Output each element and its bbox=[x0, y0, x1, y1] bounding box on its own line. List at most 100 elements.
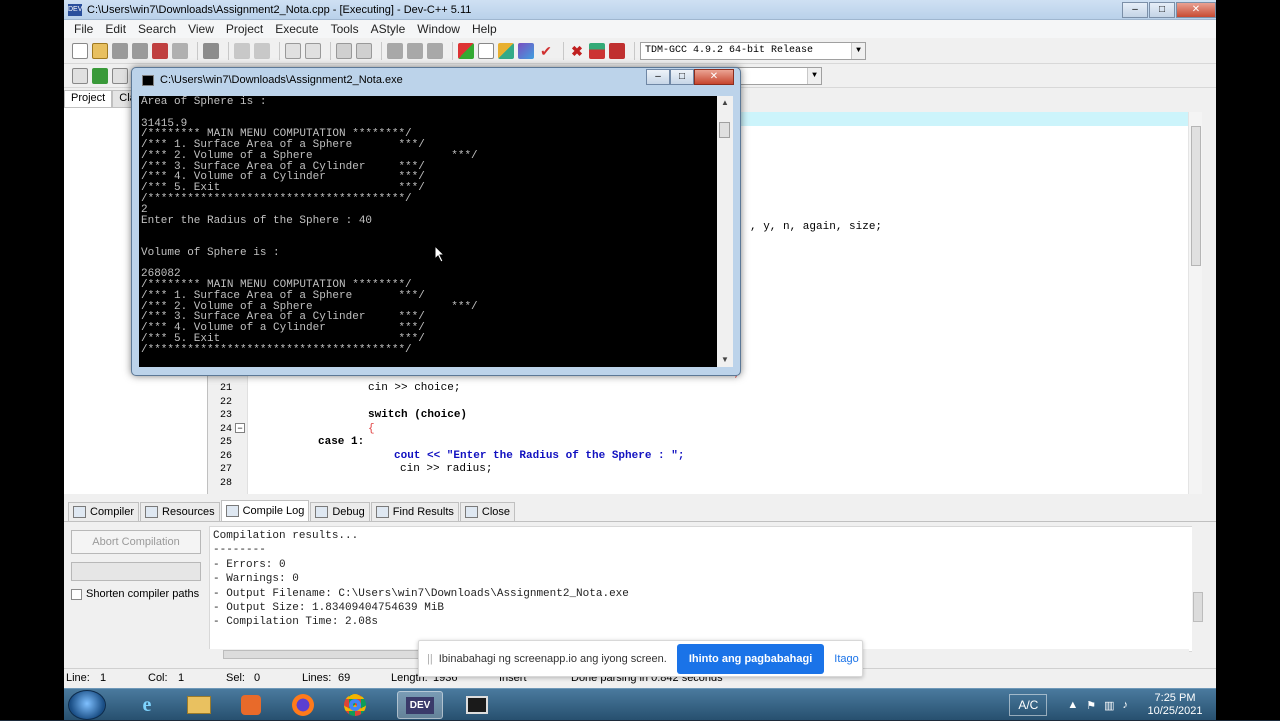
stop-execution-icon[interactable]: ✖ bbox=[569, 43, 585, 59]
console-close-button[interactable]: ✕ bbox=[694, 69, 734, 85]
ie-taskbar-icon[interactable]: e bbox=[124, 691, 170, 719]
menu-window[interactable]: Window bbox=[411, 22, 466, 36]
log-line: - Warnings: 0 bbox=[213, 573, 299, 586]
log-line: - Output Filename: C:\Users\win7\Downloa… bbox=[213, 587, 629, 600]
run-icon[interactable] bbox=[478, 42, 494, 59]
shorten-paths-checkbox[interactable]: Shorten compiler paths bbox=[71, 588, 199, 600]
line-number: 27 bbox=[219, 464, 232, 475]
chevron-up-icon[interactable]: ▲ bbox=[1067, 699, 1078, 711]
tab-compiler[interactable]: Compiler bbox=[68, 502, 140, 521]
console-title: C:\Users\win7\Downloads\Assignment2_Nota… bbox=[160, 74, 403, 86]
line-number: 25 bbox=[219, 437, 232, 448]
toggle-bookmark-icon[interactable] bbox=[92, 67, 108, 84]
tab-close[interactable]: Close bbox=[459, 502, 516, 521]
firefox-taskbar-icon[interactable] bbox=[280, 691, 326, 719]
goto-line-icon[interactable] bbox=[427, 42, 443, 59]
tab-find-results[interactable]: Find Results bbox=[370, 502, 459, 521]
chevron-down-icon[interactable]: ▼ bbox=[807, 67, 821, 84]
tab-project[interactable]: Project bbox=[64, 90, 113, 107]
save-all-icon[interactable] bbox=[132, 42, 148, 59]
menu-edit[interactable]: Edit bbox=[99, 22, 132, 36]
minimize-button[interactable]: – bbox=[1122, 1, 1148, 18]
scroll-thumb[interactable] bbox=[1191, 126, 1201, 266]
menu-astyle[interactable]: AStyle bbox=[365, 22, 412, 36]
console-taskbar-icon[interactable] bbox=[454, 691, 500, 719]
abort-compilation-button[interactable]: Abort Compilation bbox=[71, 530, 201, 554]
open-file-icon[interactable] bbox=[92, 42, 108, 59]
scroll-thumb[interactable] bbox=[719, 122, 730, 138]
unindent-icon[interactable] bbox=[356, 42, 372, 59]
tab-resources[interactable]: Resources bbox=[140, 502, 220, 521]
forward-icon[interactable] bbox=[407, 42, 423, 59]
toolbar-separator bbox=[452, 41, 453, 60]
menu-help[interactable]: Help bbox=[466, 22, 503, 36]
line-number: 28 bbox=[219, 478, 232, 489]
chevron-down-icon[interactable]: ▼ bbox=[851, 42, 865, 59]
title-bar: DEV C:\Users\win7\Downloads\Assignment2_… bbox=[64, 0, 1216, 20]
close-panel-icon bbox=[464, 506, 478, 518]
profile-icon[interactable] bbox=[589, 42, 605, 59]
devcpp-taskbar-icon[interactable]: DEV bbox=[397, 691, 443, 719]
tab-debug[interactable]: Debug bbox=[310, 502, 370, 521]
debug-icon[interactable] bbox=[609, 42, 625, 59]
menu-project[interactable]: Project bbox=[220, 22, 269, 36]
hide-link[interactable]: Itago bbox=[834, 653, 858, 665]
redo-icon[interactable] bbox=[254, 42, 270, 59]
code-line-26: cout << "Enter the Radius of the Sphere … bbox=[394, 450, 685, 462]
insert-icon[interactable] bbox=[72, 67, 88, 84]
fold-toggle-icon[interactable]: − bbox=[235, 423, 245, 433]
share-message: Ibinabahagi ng screenapp.io ang iyong sc… bbox=[438, 652, 667, 665]
save-icon[interactable] bbox=[112, 42, 128, 59]
compiler-select[interactable]: TDM-GCC 4.9.2 64-bit Release ▼ bbox=[640, 41, 866, 60]
close-window-button[interactable]: ✕ bbox=[1176, 1, 1216, 18]
tab-compile-log[interactable]: Compile Log bbox=[220, 500, 310, 521]
console-output: Area of Sphere is : 31415.9 /******** MA… bbox=[139, 96, 724, 367]
menu-search[interactable]: Search bbox=[132, 22, 182, 36]
close-file-icon[interactable] bbox=[152, 42, 168, 59]
close-all-icon[interactable] bbox=[172, 42, 188, 59]
replace-icon[interactable] bbox=[305, 42, 321, 59]
scroll-thumb[interactable] bbox=[223, 650, 443, 659]
scroll-up-icon[interactable]: ▲ bbox=[717, 96, 733, 110]
print-icon[interactable] bbox=[203, 42, 219, 59]
media-player-taskbar-icon[interactable] bbox=[228, 691, 274, 719]
undo-icon[interactable] bbox=[234, 42, 250, 59]
menu-tools[interactable]: Tools bbox=[325, 22, 365, 36]
explorer-taskbar-icon[interactable] bbox=[176, 691, 222, 719]
new-file-icon[interactable] bbox=[72, 42, 88, 59]
find-icon[interactable] bbox=[285, 42, 301, 59]
stop-sharing-button[interactable]: Ihinto ang pagbabahagi bbox=[676, 643, 825, 674]
dev-label: DEV bbox=[405, 696, 435, 714]
log-vertical-scrollbar[interactable] bbox=[1192, 526, 1204, 652]
console-minimize-button[interactable]: – bbox=[646, 69, 670, 85]
drag-handle-icon[interactable]: || bbox=[427, 653, 433, 665]
menu-view[interactable]: View bbox=[182, 22, 220, 36]
network-icon[interactable]: ▥ bbox=[1104, 699, 1114, 712]
status-line-label: Line: bbox=[66, 672, 90, 684]
console-window[interactable]: C:\Users\win7\Downloads\Assignment2_Nota… bbox=[131, 67, 741, 376]
scroll-thumb[interactable] bbox=[1193, 592, 1203, 622]
back-icon[interactable] bbox=[387, 42, 403, 59]
checkbox-box[interactable] bbox=[71, 588, 82, 600]
volume-icon[interactable]: ♪ bbox=[1123, 699, 1129, 711]
menu-file[interactable]: File bbox=[68, 22, 99, 36]
log-line: - Errors: 0 bbox=[213, 558, 286, 571]
check-syntax-icon[interactable]: ✔ bbox=[538, 43, 554, 59]
language-indicator[interactable]: A/C bbox=[1009, 694, 1048, 716]
compile-icon[interactable] bbox=[458, 42, 474, 59]
rebuild-icon[interactable] bbox=[518, 42, 534, 59]
menu-execute[interactable]: Execute bbox=[269, 22, 324, 36]
editor-vertical-scrollbar[interactable] bbox=[1188, 112, 1202, 494]
start-button[interactable] bbox=[68, 690, 106, 720]
maximize-button[interactable]: □ bbox=[1149, 1, 1175, 18]
action-center-flag-icon[interactable]: ⚑ bbox=[1086, 699, 1096, 712]
console-maximize-button[interactable]: □ bbox=[670, 69, 694, 85]
console-line: Volume of Sphere is : bbox=[141, 247, 280, 259]
goto-bookmark-icon[interactable] bbox=[112, 67, 128, 84]
compile-run-icon[interactable] bbox=[498, 42, 514, 59]
clock[interactable]: 7:25 PM 10/25/2021 bbox=[1140, 692, 1210, 718]
scroll-down-icon[interactable]: ▼ bbox=[717, 353, 733, 367]
chrome-taskbar-icon[interactable] bbox=[332, 691, 378, 719]
indent-icon[interactable] bbox=[336, 42, 352, 59]
console-vertical-scrollbar[interactable]: ▲ ▼ bbox=[717, 96, 733, 367]
